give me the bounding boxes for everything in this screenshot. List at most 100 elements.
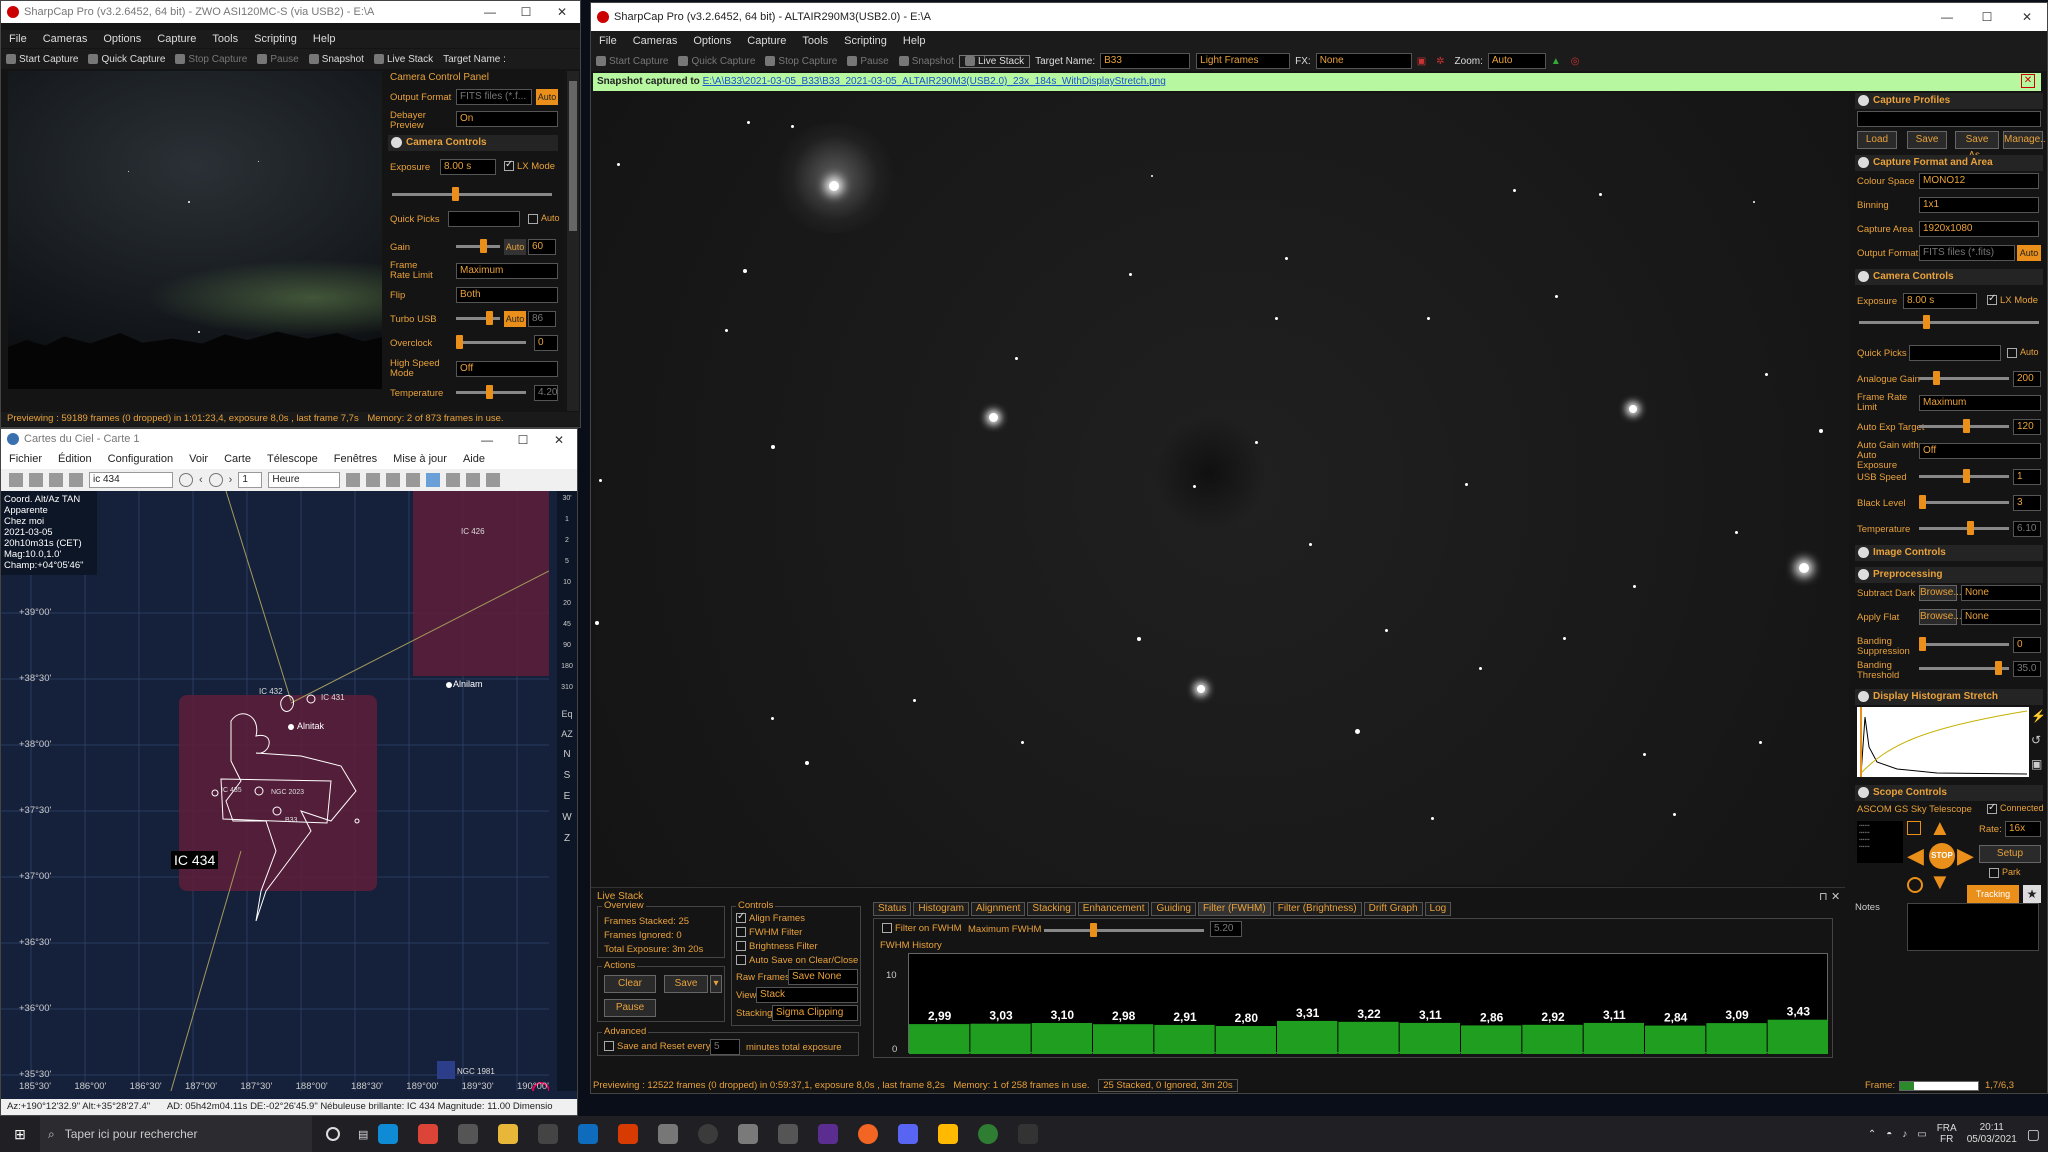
align-frames-checkbox[interactable]: Align Frames [736,911,805,924]
reset-icon[interactable]: ↺ [2031,733,2041,747]
camera-controls-header[interactable]: Camera Controls [388,135,558,151]
west-button[interactable]: W [557,812,577,823]
cdc-titlebar[interactable]: Cartes du Ciel - Carte 1 — ☐ ✕ [1,429,577,449]
close-icon[interactable]: ✕ [544,1,580,23]
scope-target-icon[interactable] [1907,877,1923,893]
quick-picks-select[interactable] [448,211,520,227]
save-reset-input[interactable]: 5 [710,1039,740,1055]
temperature-slider[interactable] [456,385,526,399]
menu-tools[interactable]: Tools [794,35,836,47]
profile-select[interactable] [1857,111,2041,127]
menu-mise-a-jour[interactable]: Mise à jour [385,453,455,465]
quick-picks-auto[interactable]: Auto [2007,347,2039,358]
banding-suppression-input[interactable]: 0 [2013,637,2041,653]
debayer-select[interactable]: On [456,111,558,127]
keyboard-language[interactable]: FRA FR [1937,1123,1957,1145]
flat-select[interactable]: None [1961,609,2041,625]
pin-icon[interactable]: ⊓ [1819,890,1828,903]
az-button[interactable]: AZ [557,729,577,739]
tab-drift-graph[interactable]: Drift Graph [1363,902,1423,916]
mail-icon[interactable] [578,1124,599,1144]
menu-capture[interactable]: Capture [149,33,204,45]
autosave-checkbox[interactable]: Auto Save on Clear/Close [736,955,858,966]
black-level-slider[interactable] [1919,495,2009,509]
app-icon[interactable] [658,1124,679,1144]
max-fwhm-input[interactable]: 5.20 [1210,921,1242,937]
menu-configuration[interactable]: Configuration [100,453,181,465]
overclock-slider[interactable] [456,335,526,349]
volume-icon[interactable]: ♪ [1902,1129,1907,1140]
minimize-icon[interactable]: — [1927,3,1967,31]
snapshot-button[interactable]: Snapshot [894,56,959,67]
fov-45[interactable]: 45 [557,621,577,628]
tab-stacking[interactable]: Stacking [1027,902,1076,916]
tool-icon[interactable] [486,473,501,487]
auto-exp-target-slider[interactable] [1919,419,2009,433]
format-auto-button[interactable]: Auto [2017,245,2041,261]
menu-tools[interactable]: Tools [204,33,246,45]
network-icon[interactable]: ◓ [1886,1129,1892,1140]
gain-slider[interactable] [456,239,500,253]
exposure-slider[interactable] [1859,315,2039,329]
east-button[interactable]: E [557,791,577,802]
star-icon[interactable]: ★ [2023,885,2041,903]
clock[interactable]: 20:11 05/03/2021 [1967,1122,2017,1146]
prev-icon[interactable]: ‹ [199,474,203,486]
close-icon[interactable]: ✕ [2007,3,2047,31]
tracking-button[interactable]: Tracking [1967,885,2019,903]
menu-options[interactable]: Options [685,35,739,47]
clock-icon[interactable] [179,473,193,487]
tab-log[interactable]: Log [1424,902,1452,916]
fit-icon[interactable] [366,473,381,487]
scope-west-arrow-icon[interactable]: ◀ [1907,845,1924,867]
flip-select[interactable]: Both [456,287,558,303]
output-format-select[interactable]: FITS files (*.f... [456,89,532,105]
output-format-select[interactable]: FITS files (*.fits) [1919,245,2015,261]
menu-cameras[interactable]: Cameras [625,35,686,47]
gain-auto-button[interactable]: Auto [504,239,526,255]
stop-capture-button[interactable]: Stop Capture [170,54,252,65]
overclock-input[interactable]: 0 [534,335,558,351]
image-controls-header[interactable]: Image Controls [1855,545,2043,561]
tab-histogram[interactable]: Histogram [913,902,969,916]
save-dropdown-icon[interactable]: ▾ [710,975,722,993]
scope-stop-button[interactable]: STOP [1929,843,1955,869]
fov-310[interactable]: 310 [557,684,577,691]
exposure-input[interactable]: 8.00 s [440,159,496,175]
focus-icon[interactable]: ✲ [1431,56,1449,67]
app-icon[interactable] [818,1124,839,1144]
tab-filter-fwhm[interactable]: Filter (FWHM) [1197,902,1271,916]
tab-guiding[interactable]: Guiding [1151,902,1196,916]
telescope-icon[interactable] [426,473,441,487]
target-icon[interactable] [406,473,421,487]
app-icon[interactable] [738,1124,759,1144]
menu-capture[interactable]: Capture [739,35,794,47]
preprocessing-header[interactable]: Preprocessing [1855,567,2043,583]
grid-icon[interactable] [29,473,43,487]
banding-suppression-slider[interactable] [1919,637,2009,651]
notification-icon[interactable]: ▢ [2027,1126,2040,1143]
menu-scripting[interactable]: Scripting [836,35,895,47]
tab-alignment[interactable]: Alignment [970,902,1026,916]
close-icon[interactable]: ✕ [1831,890,1840,903]
fov-20[interactable]: 20 [557,600,577,607]
quick-picks-auto[interactable]: Auto [528,213,560,224]
fov-30[interactable]: 30' [557,495,577,502]
tab-enhancement[interactable]: Enhancement [1077,902,1150,916]
fov-10[interactable]: 10 [557,579,577,586]
quick-capture-button[interactable]: Quick Capture [83,54,170,65]
fx-select[interactable]: None [1315,53,1412,69]
frame-rate-select[interactable]: Maximum [456,263,558,279]
turbo-auto-button[interactable]: Auto [504,311,526,327]
step-input[interactable]: 1 [238,472,263,488]
windows-start-icon[interactable]: ⊞ [0,1126,40,1143]
scope-north-arrow-icon[interactable]: ▲ [1929,817,1951,839]
histogram-stretch-graph[interactable] [1857,707,2029,777]
auto-format-button[interactable]: Auto [536,89,558,105]
tool-icon[interactable] [446,473,461,487]
fov-1[interactable]: 1 [557,516,577,523]
histogram-icon[interactable]: ▲ [1546,56,1566,67]
maximize-icon[interactable]: ☐ [1967,3,2007,31]
quick-picks-select[interactable] [1909,345,2001,361]
analogue-gain-input[interactable]: 200 [2013,371,2041,387]
